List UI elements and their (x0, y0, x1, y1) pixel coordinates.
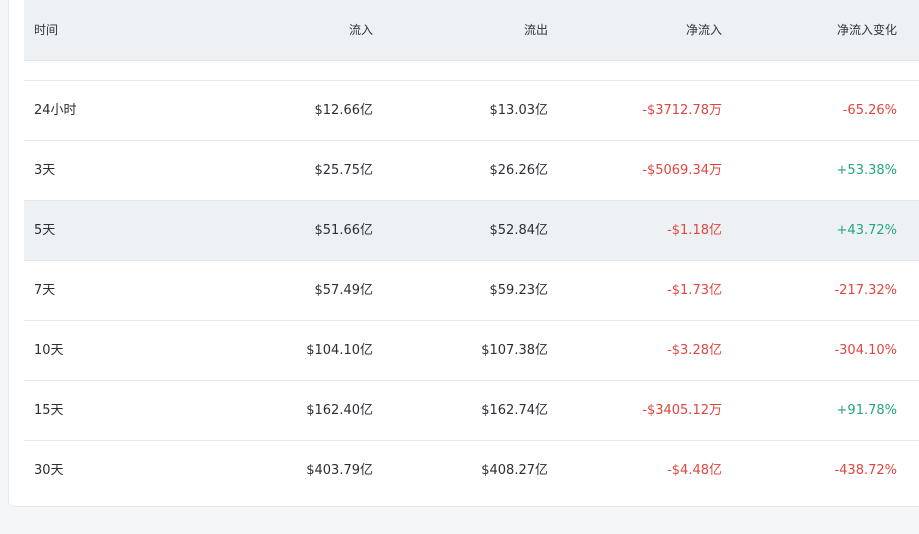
table-row[interactable]: 5天 $51.66亿 $52.84亿 -$1.18亿 +43.72% (24, 201, 919, 261)
header-net-inflow-change[interactable]: 净流入变化 (837, 0, 897, 60)
table-row[interactable]: 10天 $104.10亿 $107.38亿 -$3.28亿 -304.10% (24, 321, 919, 381)
net-change-cell: +91.78% (836, 403, 897, 418)
inflow-cell: $51.66亿 (314, 223, 374, 238)
net-change-cell: -438.72% (834, 463, 897, 478)
inflow-cell: $162.40亿 (306, 403, 373, 418)
period-cell: 3天 (34, 163, 56, 178)
header-outflow[interactable]: 流出 (524, 0, 548, 60)
inflow-cell: $104.10亿 (306, 343, 373, 358)
inflow-cell: $403.79亿 (306, 463, 373, 478)
table-row[interactable]: 15天 $162.40亿 $162.74亿 -$3405.12万 +91.78% (24, 381, 919, 441)
period-cell: 15天 (34, 403, 64, 418)
net-change-cell: +53.38% (836, 163, 897, 178)
table-row[interactable]: 30天 $403.79亿 $408.27亿 -$4.48亿 -438.72% (24, 441, 919, 500)
outflow-cell: $52.84亿 (489, 223, 549, 238)
header-net-inflow[interactable]: 净流入 (686, 0, 722, 60)
outflow-cell: $107.38亿 (481, 343, 548, 358)
outflow-cell: $26.26亿 (489, 163, 549, 178)
net-change-cell: -304.10% (834, 343, 897, 358)
period-cell: 5天 (34, 223, 56, 238)
period-cell: 10天 (34, 343, 64, 358)
net-inflow-cell: -$5069.34万 (642, 163, 722, 178)
inflow-cell: $25.75亿 (314, 163, 374, 178)
net-inflow-cell: -$1.18亿 (667, 223, 722, 238)
table-row[interactable]: 7天 $57.49亿 $59.23亿 -$1.73亿 -217.32% (24, 261, 919, 321)
period-cell: 30天 (34, 463, 64, 478)
net-change-cell: -65.26% (842, 103, 897, 118)
net-inflow-cell: -$3.28亿 (667, 343, 722, 358)
net-inflow-cell: -$4.48亿 (667, 463, 722, 478)
net-inflow-cell: -$3405.12万 (642, 403, 722, 418)
net-change-cell: -217.32% (834, 283, 897, 298)
net-inflow-cell: -$1.73亿 (667, 283, 722, 298)
inflow-cell: $12.66亿 (314, 103, 374, 118)
header-inflow[interactable]: 流入 (349, 0, 373, 60)
outflow-cell: $13.03亿 (489, 103, 549, 118)
inflow-cell: $57.49亿 (314, 283, 374, 298)
period-cell: 24小时 (34, 103, 77, 118)
outflow-cell: $59.23亿 (489, 283, 549, 298)
net-inflow-cell: -$3712.78万 (642, 103, 722, 118)
table-row[interactable]: 24小时 $12.66亿 $13.03亿 -$3712.78万 -65.26% (24, 81, 919, 141)
table-header: 时间 流入 流出 净流入 净流入变化 (24, 0, 919, 61)
outflow-cell: $162.74亿 (481, 403, 548, 418)
outflow-cell: $408.27亿 (481, 463, 548, 478)
table-row[interactable]: 3天 $25.75亿 $26.26亿 -$5069.34万 +53.38% (24, 141, 919, 201)
table-body: 24小时 $12.66亿 $13.03亿 -$3712.78万 -65.26% … (24, 81, 919, 500)
header-time[interactable]: 时间 (34, 0, 58, 60)
net-change-cell: +43.72% (836, 223, 897, 238)
period-cell: 7天 (34, 283, 56, 298)
